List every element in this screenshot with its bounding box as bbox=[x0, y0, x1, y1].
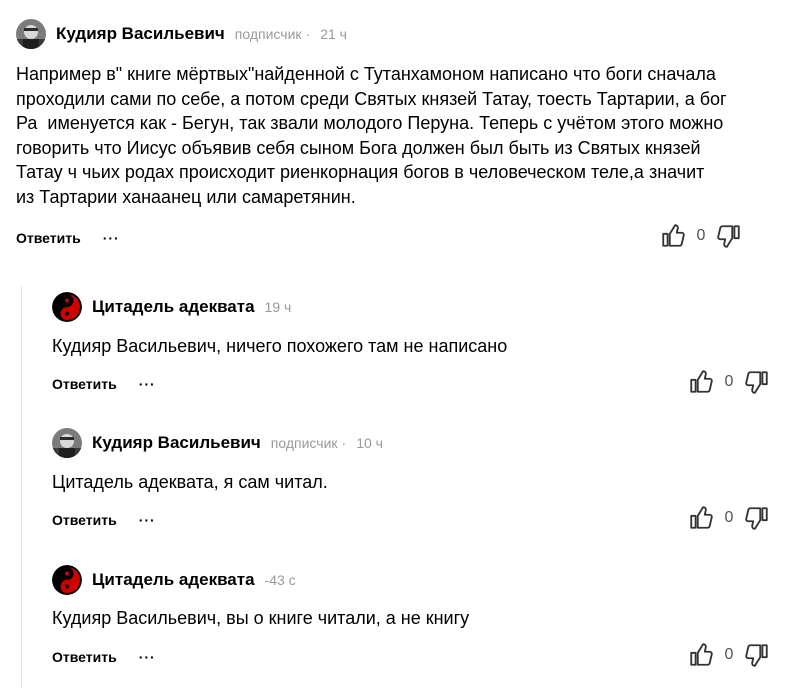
more-options-button[interactable]: ··· bbox=[103, 230, 120, 246]
thumbs-down-icon[interactable] bbox=[716, 223, 742, 249]
vote-controls: 0 bbox=[688, 505, 770, 531]
comment-time: 19 ч bbox=[264, 299, 292, 315]
separator-dot: · bbox=[305, 26, 311, 42]
thumbs-up-icon[interactable] bbox=[688, 369, 714, 395]
vote-score: 0 bbox=[696, 227, 706, 244]
reply-button[interactable]: Ответить bbox=[52, 512, 117, 528]
comment-text: Кудияр Васильевич, ничего похожего там н… bbox=[52, 336, 508, 356]
user-photo-avatar-icon bbox=[16, 19, 46, 49]
subscriber-badge: подписчик bbox=[234, 26, 302, 42]
comment-actions: Ответить ··· bbox=[16, 230, 120, 246]
more-options-button[interactable]: ··· bbox=[139, 376, 156, 392]
vote-controls: 0 bbox=[688, 642, 770, 668]
comment-time: 10 ч bbox=[356, 435, 383, 451]
reply-thread-line bbox=[21, 286, 22, 688]
thumbs-up-icon[interactable] bbox=[688, 505, 714, 531]
thumbs-up-icon[interactable] bbox=[660, 223, 686, 249]
user-avatar[interactable] bbox=[52, 565, 82, 595]
comment-actions: Ответить ··· bbox=[52, 376, 156, 392]
yin-yang-avatar-icon bbox=[52, 292, 82, 322]
comment-time: 21 ч bbox=[320, 26, 347, 42]
user-avatar[interactable] bbox=[52, 292, 82, 322]
comment-header: Кудияр Васильевич подписчик · 21 ч bbox=[16, 19, 347, 49]
thumbs-down-icon[interactable] bbox=[744, 642, 770, 668]
thumbs-down-icon[interactable] bbox=[744, 369, 770, 395]
user-avatar[interactable] bbox=[52, 428, 82, 458]
author-name[interactable]: Кудияр Васильевич bbox=[92, 433, 261, 453]
author-name[interactable]: Кудияр Васильевич bbox=[56, 24, 225, 44]
author-name[interactable]: Цитадель адеквата bbox=[92, 297, 255, 317]
subscriber-badge: подписчик bbox=[270, 435, 338, 451]
thumbs-down-icon[interactable] bbox=[744, 505, 770, 531]
vote-score: 0 bbox=[724, 509, 734, 526]
author-name[interactable]: Цитадель адеквата bbox=[92, 570, 255, 590]
comment-text: Например в" книге мёртвых"найденной с Ту… bbox=[16, 64, 727, 207]
more-options-button[interactable]: ··· bbox=[139, 649, 156, 665]
comment-header: Цитадель адеквата -43 с bbox=[52, 565, 296, 595]
yin-yang-avatar-icon bbox=[52, 565, 82, 595]
comment-header: Кудияр Васильевич подписчик · 10 ч bbox=[52, 428, 383, 458]
reply-button[interactable]: Ответить bbox=[52, 376, 117, 392]
reply-button[interactable]: Ответить bbox=[16, 230, 81, 246]
comment-text: Цитадель адеквата, я сам читал. bbox=[52, 472, 328, 492]
comment-actions: Ответить ··· bbox=[52, 512, 156, 528]
comment-text: Кудияр Васильевич, вы о книге читали, а … bbox=[52, 608, 470, 628]
user-avatar[interactable] bbox=[16, 19, 46, 49]
user-photo-avatar-icon bbox=[52, 428, 82, 458]
vote-controls: 0 bbox=[688, 369, 770, 395]
comment-time: -43 с bbox=[264, 572, 296, 588]
more-options-button[interactable]: ··· bbox=[139, 512, 156, 528]
vote-controls: 0 bbox=[660, 223, 742, 249]
separator-dot: · bbox=[341, 435, 347, 451]
vote-score: 0 bbox=[724, 646, 734, 663]
reply-button[interactable]: Ответить bbox=[52, 649, 117, 665]
comment-header: Цитадель адеквата 19 ч bbox=[52, 292, 291, 322]
thumbs-up-icon[interactable] bbox=[688, 642, 714, 668]
vote-score: 0 bbox=[724, 373, 734, 390]
comment-actions: Ответить ··· bbox=[52, 649, 156, 665]
